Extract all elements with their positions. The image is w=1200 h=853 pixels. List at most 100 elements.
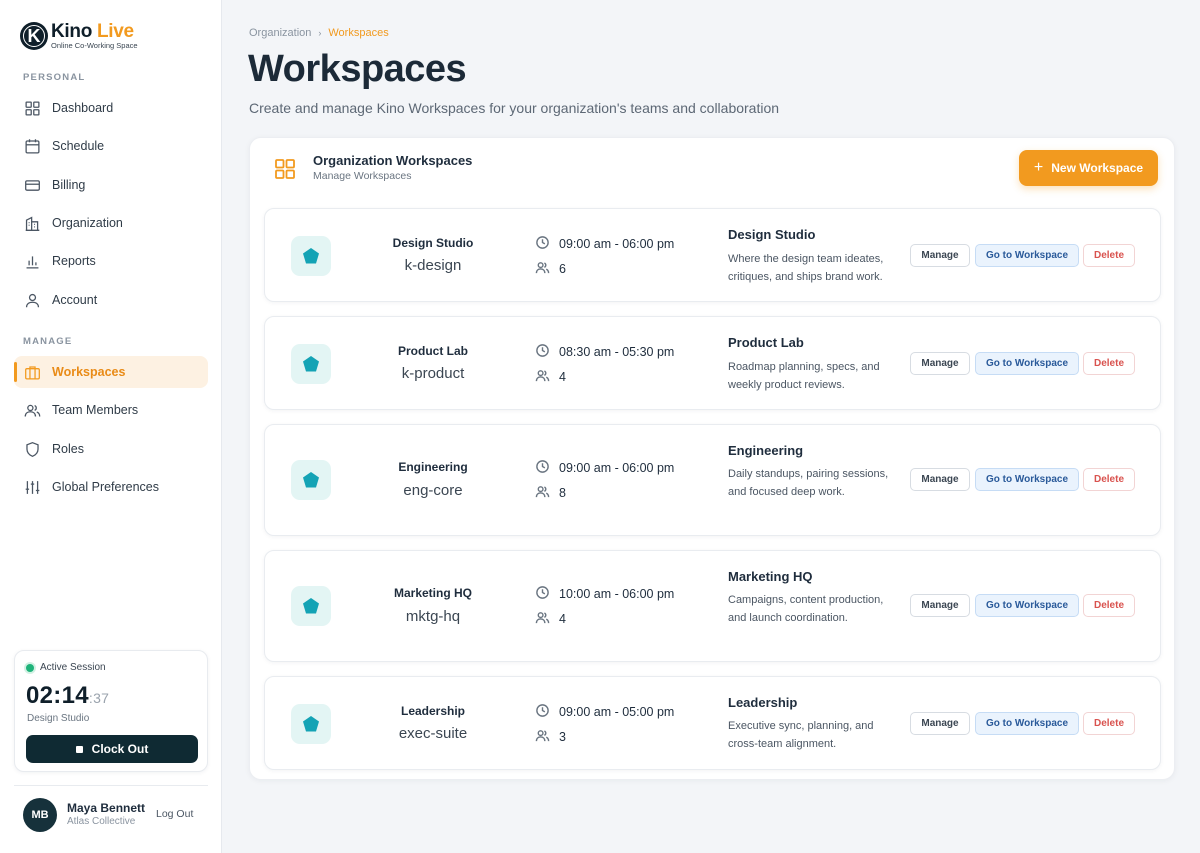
session-workspace: Design Studio [27, 713, 90, 724]
workspace-gem-icon [291, 704, 331, 744]
workspace-name: Marketing HQ [393, 586, 472, 600]
workspace-name: Engineering [398, 460, 468, 474]
brand-logo[interactable]: K Kino Live Online Co-Working Space [20, 22, 138, 50]
manage-button[interactable]: Manage [910, 594, 970, 617]
workspace-code: eng-core [403, 482, 463, 499]
users-icon [535, 484, 559, 502]
breadcrumb-separator: › [318, 28, 322, 38]
manage-button[interactable]: Manage [910, 712, 970, 735]
workspace-gem-icon [291, 586, 331, 626]
workspace-row: Engineering eng-core 09:00 am - 06:00 pm 8 E… [264, 424, 1161, 536]
workspace-hours: 09:00 am - 06:00 pm [535, 459, 674, 477]
logo-mark-icon: K [20, 22, 48, 50]
workspace-hours: 10:00 am - 06:00 pm [535, 585, 674, 603]
workspaces-panel: Organization Workspaces Manage Workspace… [249, 137, 1175, 780]
users-icon [535, 260, 559, 278]
shield-icon [23, 440, 41, 458]
delete-button[interactable]: Delete [1083, 712, 1135, 735]
workspace-members: 3 [535, 728, 566, 746]
clock-icon [535, 235, 559, 253]
brand-name: Kino Live [51, 21, 134, 43]
sidebar-item-account[interactable]: Account [14, 284, 208, 316]
workspace-title: Engineering [728, 443, 804, 458]
workspace-gem-icon [291, 236, 331, 276]
sidebar-item-schedule[interactable]: Schedule [14, 130, 208, 162]
new-workspace-button[interactable]: + New Workspace [1019, 150, 1158, 186]
delete-button[interactable]: Delete [1083, 594, 1135, 617]
sidebar-item-dashboard[interactable]: Dashboard [14, 92, 208, 124]
user-org: Atlas Collective [67, 816, 136, 827]
breadcrumb-parent[interactable]: Organization [249, 27, 311, 39]
sidebar: K Kino Live Online Co-Working Space PERS… [0, 0, 222, 853]
sidebar-item-roles[interactable]: Roles [14, 433, 208, 465]
sidebar-item-label: Global Preferences [52, 480, 160, 494]
building-icon [23, 214, 41, 232]
clock-icon [535, 459, 559, 477]
workspace-name: Design Studio [392, 236, 474, 250]
workspace-description: Campaigns, content production, and launc… [728, 594, 884, 624]
dashboard-icon [23, 99, 41, 117]
user-name: Maya Bennett [67, 801, 146, 815]
workspace-code: exec-suite [398, 725, 468, 742]
status-dot-icon [26, 663, 34, 672]
workspace-hours: 08:30 am - 05:30 pm [535, 343, 674, 361]
grid-icon [274, 158, 296, 180]
workspace-members: 6 [535, 260, 566, 278]
workspace-title: Leadership [728, 695, 798, 710]
delete-button[interactable]: Delete [1083, 468, 1135, 491]
sidebar-item-label: Schedule [52, 139, 105, 153]
workspace-hours: 09:00 am - 05:00 pm [535, 703, 674, 721]
manage-button[interactable]: Manage [910, 244, 970, 267]
workspace-code: k-design [404, 257, 462, 274]
sidebar-item-workspaces[interactable]: Workspaces [14, 356, 208, 388]
go-to-workspace-button[interactable]: Go to Workspace [975, 244, 1079, 267]
manage-button[interactable]: Manage [910, 352, 970, 375]
calendar-icon [23, 137, 41, 155]
clock-out-button[interactable]: Clock Out [26, 735, 198, 763]
sidebar-item-label: Reports [52, 254, 96, 268]
sidebar-item-label: Workspaces [52, 365, 126, 379]
go-to-workspace-button[interactable]: Go to Workspace [975, 712, 1079, 735]
section-label-personal: PERSONAL [23, 72, 86, 83]
panel-subtitle: Manage Workspaces [313, 170, 412, 182]
workspace-description: Roadmap planning, specs, and weekly prod… [728, 361, 880, 391]
breadcrumb: Organization › Workspaces [249, 27, 389, 39]
clock-icon [535, 703, 559, 721]
delete-button[interactable]: Delete [1083, 352, 1135, 375]
workspace-title: Product Lab [728, 335, 804, 350]
active-session-card: Active Session 02:14:37 Design Studio Cl… [14, 650, 208, 772]
panel-title: Organization Workspaces [313, 153, 473, 168]
workspace-description: Where the design team ideates, critiques… [728, 253, 884, 283]
sidebar-item-team-members[interactable]: Team Members [14, 394, 208, 426]
go-to-workspace-button[interactable]: Go to Workspace [975, 352, 1079, 375]
avatar[interactable]: MB [23, 798, 57, 832]
delete-button[interactable]: Delete [1083, 244, 1135, 267]
credit-card-icon [23, 176, 41, 194]
users-icon [23, 401, 41, 419]
sidebar-item-billing[interactable]: Billing [14, 169, 208, 201]
clock-icon [535, 343, 559, 361]
briefcase-icon [23, 363, 41, 381]
logout-button[interactable]: Log Out [156, 808, 193, 820]
user-profile: MB Maya Bennett Atlas Collective Log Out [14, 785, 208, 845]
sidebar-item-global-preferences[interactable]: Global Preferences [14, 471, 208, 503]
users-icon [535, 368, 559, 386]
sidebar-item-label: Team Members [52, 403, 139, 417]
go-to-workspace-button[interactable]: Go to Workspace [975, 594, 1079, 617]
sidebar-item-label: Dashboard [52, 101, 114, 115]
workspace-members: 4 [535, 368, 566, 386]
workspace-code: k-product [401, 365, 465, 382]
manage-button[interactable]: Manage [910, 468, 970, 491]
users-icon [535, 610, 559, 628]
breadcrumb-current: Workspaces [328, 27, 389, 39]
go-to-workspace-button[interactable]: Go to Workspace [975, 468, 1079, 491]
workspace-name: Product Lab [397, 344, 468, 358]
plus-icon: + [1033, 159, 1044, 176]
sidebar-item-reports[interactable]: Reports [14, 245, 208, 277]
sliders-icon [23, 478, 41, 496]
workspace-description: Daily standups, pairing sessions, and fo… [728, 468, 889, 498]
users-icon [535, 728, 559, 746]
sidebar-item-organization[interactable]: Organization [14, 207, 208, 239]
workspace-row: Design Studio k-design 09:00 am - 06:00 pm… [264, 208, 1161, 302]
user-icon [23, 291, 41, 309]
